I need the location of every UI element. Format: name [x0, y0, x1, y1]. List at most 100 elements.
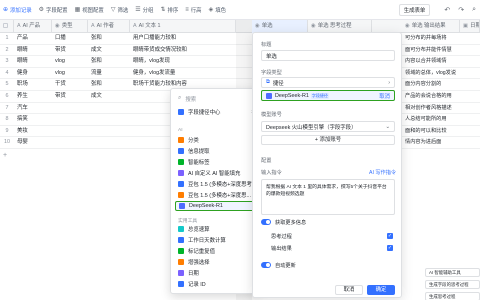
dropdown-ai-item[interactable]: 智能标签: [175, 157, 257, 167]
header-product[interactable]: A AI 产品: [14, 20, 52, 33]
cell-author[interactable]: [88, 103, 130, 115]
dropdown-ai-item[interactable]: 豆包 1.5 (多模态+深度思...: [175, 190, 257, 200]
cell-idx[interactable]: 4: [0, 68, 14, 80]
row-height-button[interactable]: ≡ 行高: [185, 6, 201, 14]
cell-result[interactable]: 领域的总体，vlog发说: [402, 68, 480, 80]
cell-idx[interactable]: 3: [0, 56, 14, 68]
cell-result[interactable]: 可分布的并每场将: [402, 33, 480, 45]
result-checkbox[interactable]: ✓: [387, 245, 393, 251]
sort-button[interactable]: ⇅ 排序: [160, 6, 178, 14]
cell-type[interactable]: [52, 126, 88, 138]
add-row-button[interactable]: +: [3, 152, 7, 159]
redo-icon[interactable]: ↷: [458, 6, 464, 14]
add-account-button[interactable]: + 添加账号: [261, 135, 395, 145]
cell-product[interactable]: 眼睛: [14, 56, 52, 68]
dropdown-ai-item[interactable]: AI 自定义 AI 智能填充: [175, 168, 257, 178]
cell-author[interactable]: 张和: [88, 79, 130, 91]
cell-type[interactable]: 带货: [52, 91, 88, 103]
cell-product[interactable]: 职场: [14, 79, 52, 91]
cell-product[interactable]: 养生: [14, 91, 52, 103]
generate-form-button[interactable]: 生成表单: [398, 4, 431, 16]
fill-color-button[interactable]: ◈ 填色: [209, 6, 226, 14]
dropdown-tool-item[interactable]: 记录 ID: [175, 279, 257, 289]
cell-idx[interactable]: 9: [0, 126, 14, 138]
cell-text[interactable]: 用户口播能力较和: [130, 33, 236, 45]
cell-result[interactable]: 产品的会说合格的用: [402, 91, 480, 103]
side-action-button[interactable]: 生成思考过程: [425, 292, 480, 300]
cell-idx[interactable]: 1: [0, 33, 14, 45]
cell-result[interactable]: 相对创作者风格描述: [402, 103, 480, 115]
view-config-button[interactable]: ▦ 视图配置: [75, 6, 104, 14]
cell-type[interactable]: [52, 137, 88, 149]
dropdown-tool-item[interactable]: 日期: [175, 268, 257, 278]
think-checkbox[interactable]: ✓: [387, 233, 393, 239]
header-author[interactable]: A AI 作者: [88, 20, 130, 33]
cell-author[interactable]: 成文: [88, 91, 130, 103]
cell-idx[interactable]: 8: [0, 114, 14, 126]
cell-idx[interactable]: 10: [0, 137, 14, 149]
dropdown-ai-item[interactable]: 分类: [175, 135, 257, 145]
search-icon[interactable]: ⌕: [472, 6, 476, 14]
undo-icon[interactable]: ↶: [444, 6, 450, 14]
cell-author[interactable]: [88, 126, 130, 138]
cell-idx[interactable]: 7: [0, 103, 14, 115]
cell-type[interactable]: vlog: [52, 56, 88, 68]
model-select[interactable]: Deepseek 火山模型引擎（字段字段） ⌄: [261, 121, 395, 132]
side-action-button[interactable]: 生成字段的思考过程: [425, 280, 480, 289]
cell-result[interactable]: 内容以合并领域情: [402, 56, 480, 68]
cell-type[interactable]: 口播: [52, 33, 88, 45]
dropdown-tool-item[interactable]: 增强选择: [175, 257, 257, 267]
cell-result[interactable]: 面分内容分割的: [402, 79, 480, 91]
cell-product[interactable]: 眼睛: [14, 45, 52, 57]
cell-result[interactable]: 面和的可以和比较: [402, 126, 480, 138]
add-record-button[interactable]: ⊕ 添加记录: [3, 6, 32, 14]
cell-type[interactable]: vlog: [52, 68, 88, 80]
dropdown-tool-item[interactable]: 总览速算: [175, 224, 257, 234]
cell-idx[interactable]: 5: [0, 79, 14, 91]
cell-result[interactable]: 人总结可能所的用: [402, 114, 480, 126]
cell-author[interactable]: 成文: [88, 45, 130, 57]
header-type[interactable]: ◉ 类型: [52, 20, 88, 33]
dropdown-tool-item[interactable]: 工作日天数计算: [175, 235, 257, 245]
ai-write-link[interactable]: AI 写作指令: [369, 169, 396, 176]
cell-idx[interactable]: 6: [0, 91, 14, 103]
dropdown-ai-item[interactable]: 信息提取: [175, 146, 257, 156]
cell-product[interactable]: 产品: [14, 33, 52, 45]
cell-text[interactable]: 眼睛，vlog发现: [130, 56, 236, 68]
cancel-button[interactable]: 取消: [335, 285, 363, 295]
cell-result[interactable]: 情内容为进后面: [402, 137, 480, 149]
cell-text[interactable]: 眼睛带货成交情况较和: [130, 45, 236, 57]
cell-product[interactable]: 汽车: [14, 103, 52, 115]
cell-author[interactable]: 流量: [88, 68, 130, 80]
cell-type[interactable]: [52, 114, 88, 126]
dropdown-ai-item[interactable]: DeepSeek-R1✓: [175, 201, 259, 211]
cell-author[interactable]: 张和: [88, 56, 130, 68]
group-button[interactable]: ☰ 分组: [135, 6, 153, 14]
cell-author[interactable]: 张和: [88, 33, 130, 45]
cell-type[interactable]: [52, 103, 88, 115]
header-single-result[interactable]: ◉ 单选 输出结果: [402, 20, 460, 33]
field-shortcut-center[interactable]: 字段捷径中心›: [175, 107, 257, 117]
dropdown-tool-item[interactable]: 标记重复值: [175, 246, 257, 256]
dropdown-search[interactable]: ⌕ 搜索: [175, 93, 257, 104]
cell-text[interactable]: 健身，vlog发流量: [130, 68, 236, 80]
shortcut-cancel-link[interactable]: 取消: [379, 92, 390, 100]
filter-button[interactable]: ▽ 筛选: [111, 6, 128, 14]
cell-product[interactable]: 母婴: [14, 137, 52, 149]
header-date[interactable]: ▣ 日期: [460, 20, 480, 33]
cell-author[interactable]: [88, 137, 130, 149]
dropdown-ai-item[interactable]: 豆包 1.5 (多模态+深度思考): [175, 179, 257, 189]
selected-shortcut[interactable]: DeepSeek-R1 字段捷径 取消: [261, 90, 395, 101]
auto-update-toggle[interactable]: [261, 262, 271, 268]
cell-idx[interactable]: 2: [0, 45, 14, 57]
prompt-input[interactable]: 帮我根据 AI 文本 1 里的具体需求，撰写5个关于抖音平台的爆款短视频选题: [261, 179, 395, 215]
cell-author[interactable]: [88, 114, 130, 126]
cell-product[interactable]: 健身: [14, 68, 52, 80]
cell-product[interactable]: 美妆: [14, 126, 52, 138]
field-type-select[interactable]: ⧉ 捷径 ›: [261, 77, 395, 88]
cell-result[interactable]: 面可分布并能件情慧: [402, 45, 480, 57]
more-info-toggle[interactable]: [261, 219, 271, 225]
header-checkbox[interactable]: [0, 20, 14, 33]
header-text1[interactable]: A AI 文本 1: [130, 20, 236, 33]
cell-type[interactable]: 干货: [52, 79, 88, 91]
